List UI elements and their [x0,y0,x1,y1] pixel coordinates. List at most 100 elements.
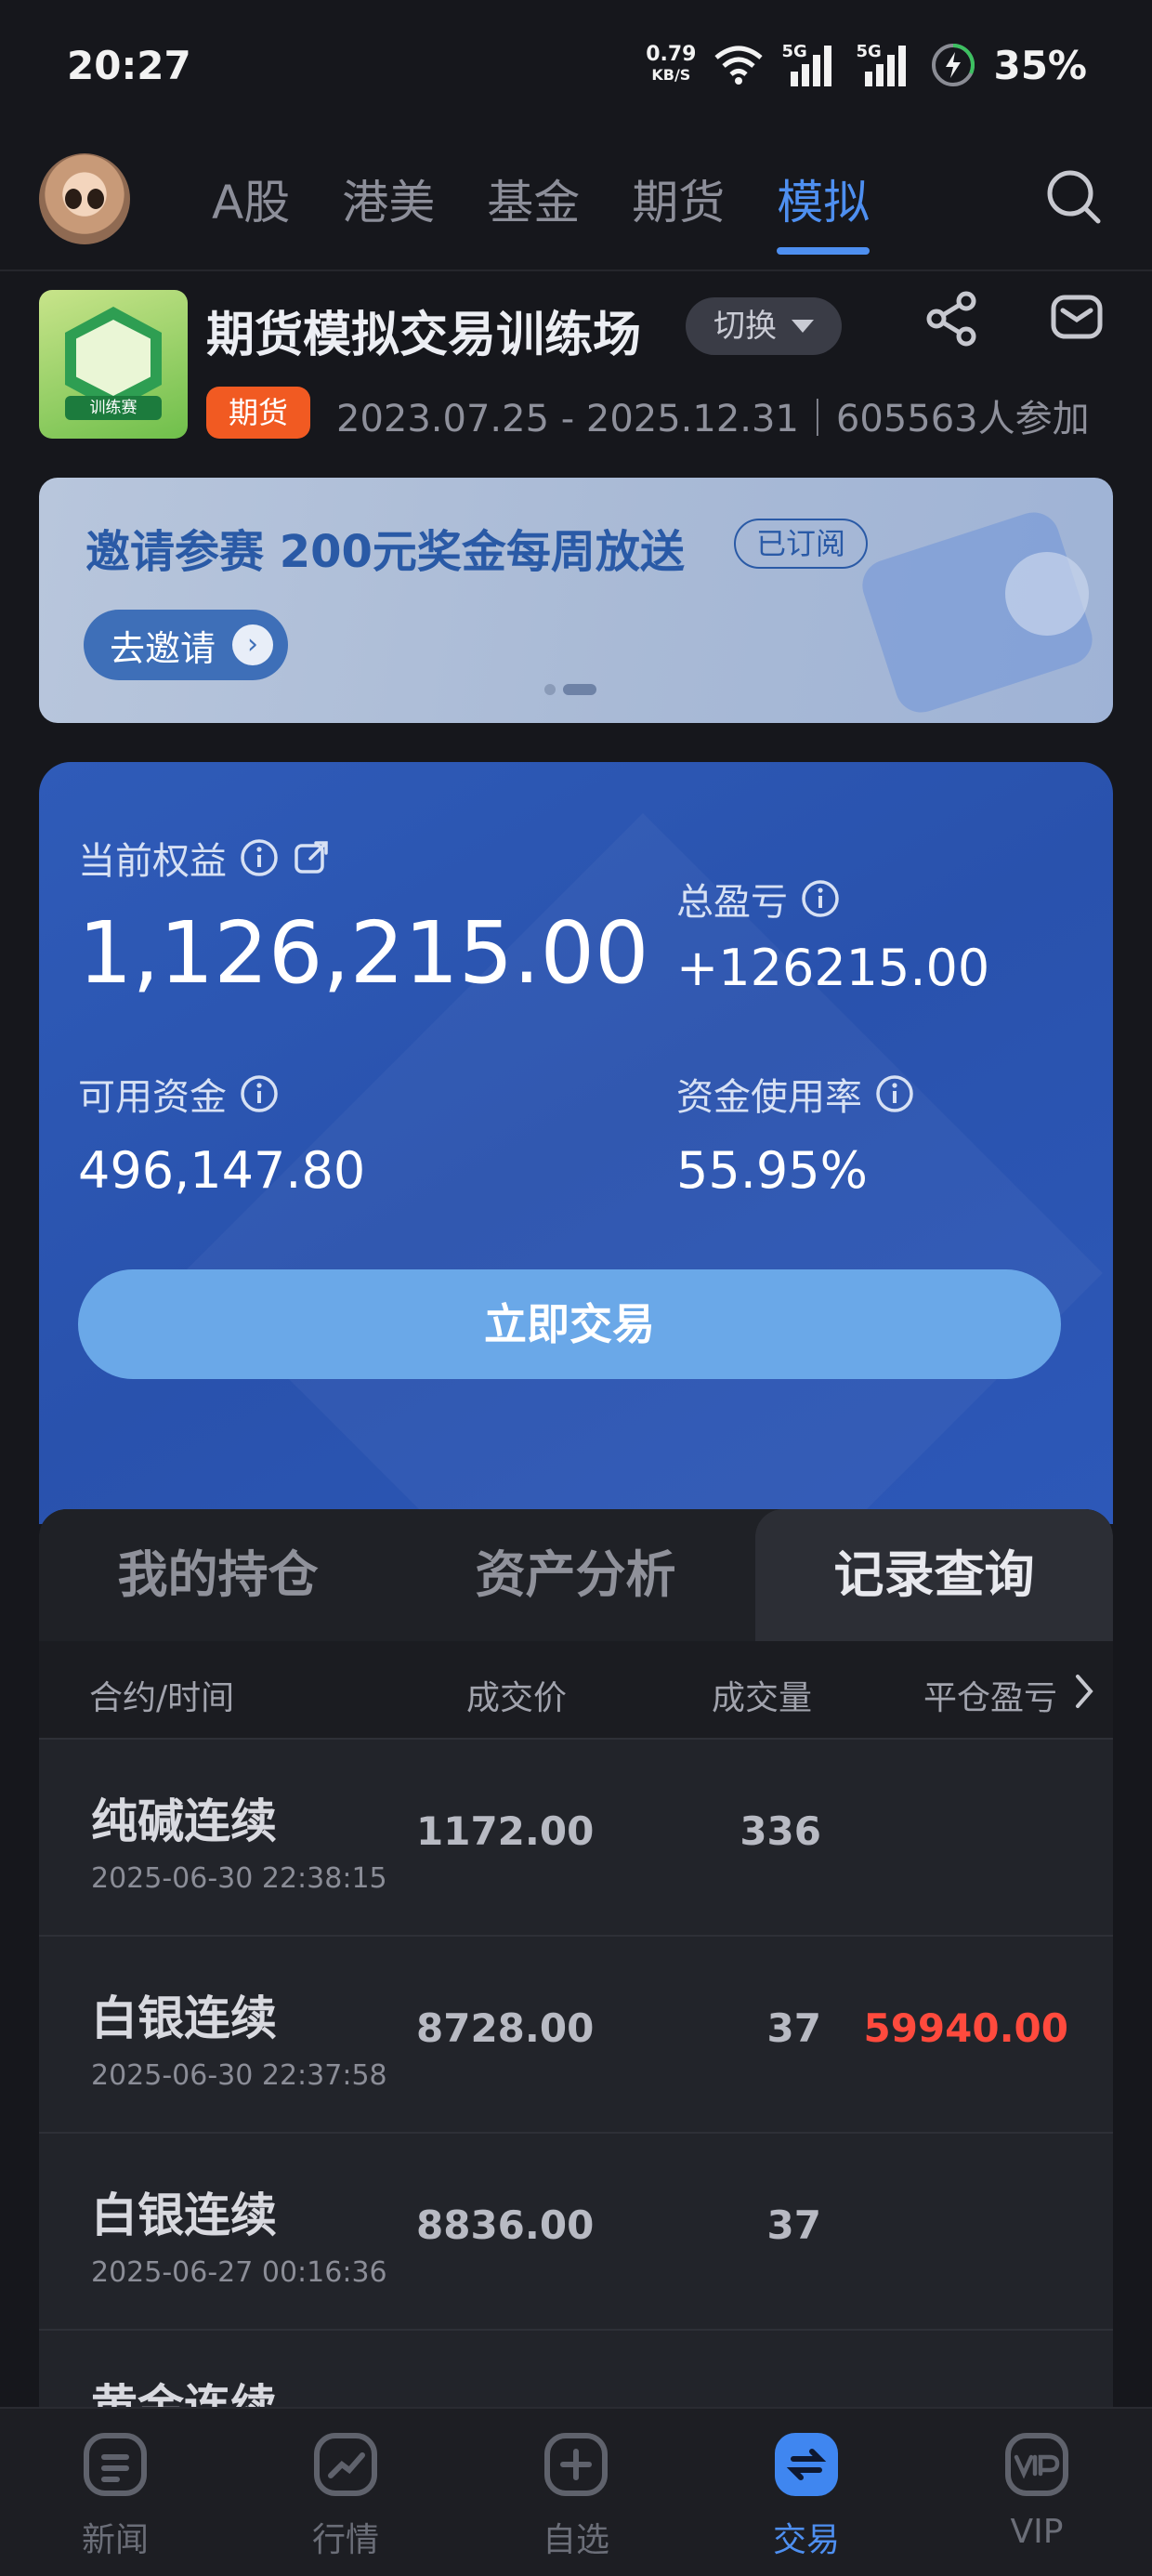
vip-icon [1005,2433,1068,2496]
fund-usage-label: 资金使用率 [676,1076,862,1119]
panel-tabs: 我的持仓 资产分析 记录查询 [39,1509,1113,1641]
news-icon [84,2433,147,2496]
switch-contest-button[interactable]: 切换 [686,297,842,355]
tab-hk-us[interactable]: 港美 [342,165,435,255]
table-row[interactable]: 白银连续 2025-06-27 00:16:36 8836.00 37 [39,2134,1113,2331]
watchlist-add-icon [544,2433,608,2496]
nav-watchlist-label: 自选 [542,2521,609,2559]
column-volume: 成交量 [712,1679,813,1717]
column-contract-time: 合约/时间 [89,1679,235,1717]
banner-pagination [544,684,596,695]
row-contract-name: 白银连续 [91,2188,277,2242]
status-indicators: 0.79 KB/S 5G 5G 35% [646,39,1087,91]
total-pnl-label-row: 总盈亏 [676,872,840,926]
contest-period-participants: 2023.07.25 - 2025.12.31｜605563人参加 [336,398,1090,440]
nav-watchlist[interactable]: 自选 [461,2409,691,2576]
cell-signal-1: 5G [781,42,839,88]
app-screen: 20:27 0.79 KB/S 5G 5G 35% A股 港美 基金 期货 模拟… [0,0,1152,2576]
bottom-navigation: 新闻 行情 自选 交易 VIP [0,2407,1152,2576]
account-card: 当前权益 1,126,215.00 总盈亏 +126215.00 可用资金 49… [39,762,1113,1524]
row-trade-volume: 336 [740,1808,821,1854]
equity-label-row: 当前权益 [78,831,331,885]
equity-value: 1,126,215.00 [78,903,649,1003]
tab-simulation[interactable]: 模拟 [777,165,871,255]
status-time: 20:27 [67,43,191,88]
info-icon[interactable] [875,1074,914,1113]
row-trade-time: 2025-06-30 22:37:58 [91,2059,387,2092]
nav-news-label: 新闻 [81,2521,149,2559]
battery-level: 35% [993,42,1087,88]
network-speed-unit: KB/S [651,66,691,84]
dropdown-arrow-icon [792,320,814,333]
market-tabs: A股 港美 基金 期货 模拟 [212,165,871,255]
banner-title: 邀请参赛 200元奖金每周放送 [85,526,685,578]
network-speed: 0.79 KB/S [646,45,696,85]
network-speed-value: 0.79 [646,43,697,66]
tab-a-shares[interactable]: A股 [212,165,290,255]
switch-label: 切换 [713,308,777,345]
available-funds-label-row: 可用资金 [78,1067,279,1121]
row-trade-volume: 37 [766,2202,821,2248]
nav-news[interactable]: 新闻 [0,2409,230,2576]
row-trade-volume: 37 [766,2005,821,2051]
row-trade-time: 2025-06-30 22:38:15 [91,1862,387,1895]
contest-header: 训练赛 期货模拟交易训练场 切换 期货 2023.07.25 - 2025.12… [39,290,1117,444]
row-contract-name: 纯碱连续 [91,1794,277,1848]
info-icon[interactable] [801,879,840,918]
tab-record-query[interactable]: 记录查询 [755,1509,1113,1641]
invite-button[interactable]: 去邀请 › [84,610,289,680]
row-trade-price: 8836.00 [416,2202,595,2248]
tab-futures[interactable]: 期货 [632,165,725,255]
contest-logo: 训练赛 [39,290,188,439]
available-funds-value: 496,147.80 [78,1141,366,1200]
equity-label: 当前权益 [78,840,227,883]
table-row[interactable]: 纯碱连续 2025-06-30 22:38:15 1172.00 336 [39,1740,1113,1937]
column-close-pnl[interactable]: 平仓盈亏 [923,1671,1057,1719]
total-pnl-label: 总盈亏 [676,881,788,924]
contest-logo-ribbon: 训练赛 [65,396,162,420]
fund-usage-label-row: 资金使用率 [676,1067,914,1121]
signal-bars-icon [865,46,907,86]
external-link-icon[interactable] [292,838,331,877]
tab-asset-analysis[interactable]: 资产分析 [397,1509,754,1641]
signal-bars-icon [791,46,832,86]
share-icon[interactable] [925,290,979,348]
subscribed-badge[interactable]: 已订阅 [734,519,869,569]
invite-button-label: 去邀请 [110,627,216,669]
records-table-header: 合约/时间 成交价 成交量 平仓盈亏 [39,1641,1113,1740]
nav-vip-label: VIP [1010,2513,1064,2551]
total-pnl-value: +126215.00 [676,939,990,997]
cell-signal-2: 5G [856,42,913,88]
market-icon [314,2433,377,2496]
table-row[interactable]: 白银连续 2025-06-30 22:37:58 8728.00 37 5994… [39,1937,1113,2134]
row-trade-price: 1172.00 [416,1808,595,1854]
trade-icon [775,2433,838,2496]
futures-badge: 期货 [206,387,310,439]
tab-my-positions[interactable]: 我的持仓 [39,1509,397,1641]
chevron-right-icon[interactable] [1072,1673,1094,1710]
nav-market[interactable]: 行情 [230,2409,461,2576]
nav-trade[interactable]: 交易 [691,2409,922,2576]
wifi-icon [714,46,764,85]
message-icon[interactable] [1050,290,1104,344]
chevron-right-icon: › [232,624,274,665]
nav-market-label: 行情 [311,2521,379,2559]
info-icon[interactable] [240,1074,279,1113]
records-panel: 我的持仓 资产分析 记录查询 合约/时间 成交价 成交量 平仓盈亏 纯碱连续 2… [39,1509,1113,2438]
row-close-pnl: 59940.00 [863,2005,1068,2051]
status-bar: 20:27 0.79 KB/S 5G 5G 35% [0,0,1152,139]
trade-now-button[interactable]: 立即交易 [78,1269,1061,1379]
nav-vip[interactable]: VIP [922,2409,1152,2576]
invite-banner[interactable]: 邀请参赛 200元奖金每周放送 已订阅 去邀请 › [39,478,1113,723]
tab-funds[interactable]: 基金 [487,165,580,255]
fund-usage-value: 55.95% [676,1141,868,1200]
info-icon[interactable] [240,838,279,877]
available-funds-label: 可用资金 [78,1076,227,1119]
battery-charging-icon [932,43,975,86]
avatar[interactable] [39,153,130,244]
column-price: 成交价 [466,1679,568,1717]
search-icon[interactable] [1044,167,1104,227]
row-contract-name: 白银连续 [91,1991,277,2045]
contest-title: 期货模拟交易训练场 [206,308,642,363]
row-trade-price: 8728.00 [416,2005,595,2051]
